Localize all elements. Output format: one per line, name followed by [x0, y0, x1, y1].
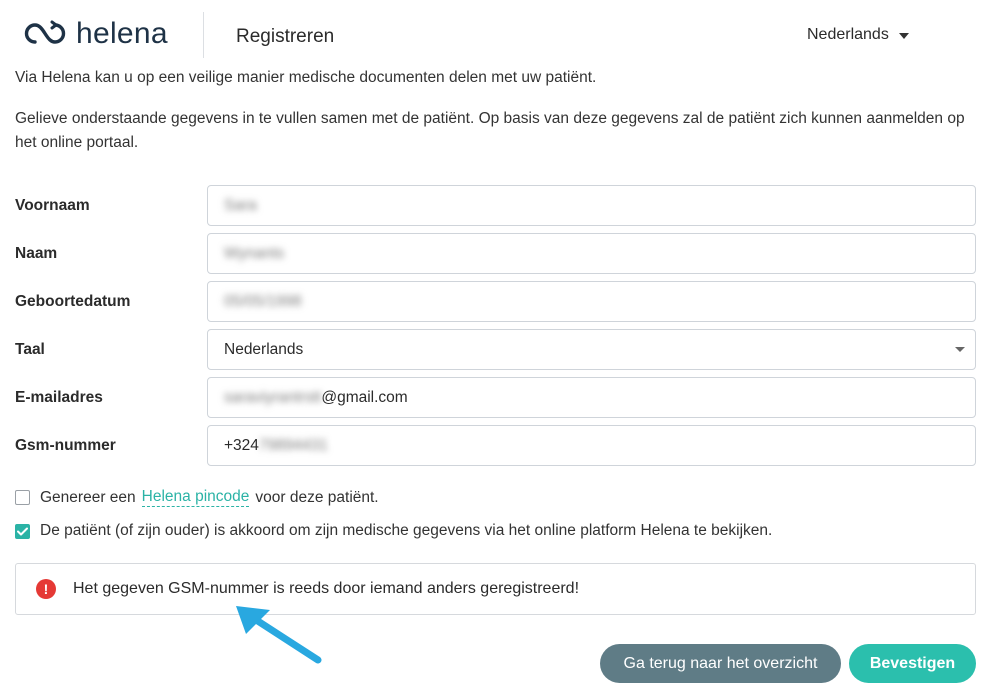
consent-checkbox[interactable] [15, 523, 30, 539]
checkmark-icon [17, 527, 28, 535]
intro-text-2: Gelieve onderstaande gegevens in te vull… [15, 110, 965, 151]
header: helena Registreren Nederlands [0, 0, 1006, 70]
phone-value-hidden: 79894431 [258, 436, 328, 454]
helena-logo[interactable]: helena [22, 14, 168, 54]
consent-option: De patiënt (of zijn ouder) is akkoord om… [15, 522, 772, 540]
last-name-input[interactable]: Wynants [207, 233, 976, 274]
last-name-label: Naam [15, 245, 58, 262]
pincode-option: Genereer een Helena pincode voor deze pa… [15, 488, 379, 507]
email-value-domain: @gmail.com [321, 388, 408, 406]
infinity-logo-icon [24, 20, 66, 44]
first-name-label: Voornaam [15, 197, 90, 214]
birthdate-label: Geboortedatum [15, 293, 131, 310]
phone-input[interactable]: +324 79894431 [207, 425, 976, 466]
caret-down-icon [898, 32, 909, 39]
phone-label: Gsm-nummer [15, 437, 116, 454]
language-label: Taal [15, 341, 45, 358]
intro-text-1: Via Helena kan u op een veilige manier m… [15, 69, 597, 86]
first-name-input[interactable]: Sara [207, 185, 976, 226]
email-label: E-mailadres [15, 389, 103, 406]
confirm-button[interactable]: Bevestigen [849, 644, 976, 683]
pincode-text-before: Genereer een [40, 488, 136, 506]
email-value-hidden: saraviyrantrstt [224, 388, 322, 406]
annotation-arrow-icon [236, 606, 322, 664]
pincode-checkbox[interactable] [15, 490, 30, 505]
error-message: Het gegeven GSM-nummer is reeds door iem… [73, 580, 580, 597]
language-select[interactable]: Nederlands [207, 329, 976, 370]
helena-pincode-link[interactable]: Helena pincode [141, 488, 250, 507]
language-select-value: Nederlands [224, 340, 304, 358]
email-input[interactable]: saraviyrantrstt @gmail.com [207, 377, 976, 418]
language-dropdown-label: Nederlands [807, 26, 889, 43]
page-title: Registreren [236, 26, 335, 47]
back-to-overview-button[interactable]: Ga terug naar het overzicht [600, 644, 841, 683]
exclamation-icon: ! [36, 579, 56, 599]
birthdate-input[interactable]: 05/05/1998 [207, 281, 976, 322]
error-alert: ! Het gegeven GSM-nummer is reeds door i… [15, 563, 976, 615]
first-name-value: Sara [224, 196, 257, 214]
phone-value-prefix: +324 [224, 436, 259, 454]
consent-text: De patiënt (of zijn ouder) is akkoord om… [40, 522, 773, 539]
logo-text: helena [76, 17, 168, 50]
header-divider [203, 12, 204, 58]
language-dropdown[interactable]: Nederlands [807, 26, 909, 44]
pincode-text-after: voor deze patiënt. [255, 488, 379, 506]
last-name-value: Wynants [224, 244, 285, 262]
birthdate-value: 05/05/1998 [224, 292, 302, 310]
caret-down-icon [955, 347, 965, 352]
